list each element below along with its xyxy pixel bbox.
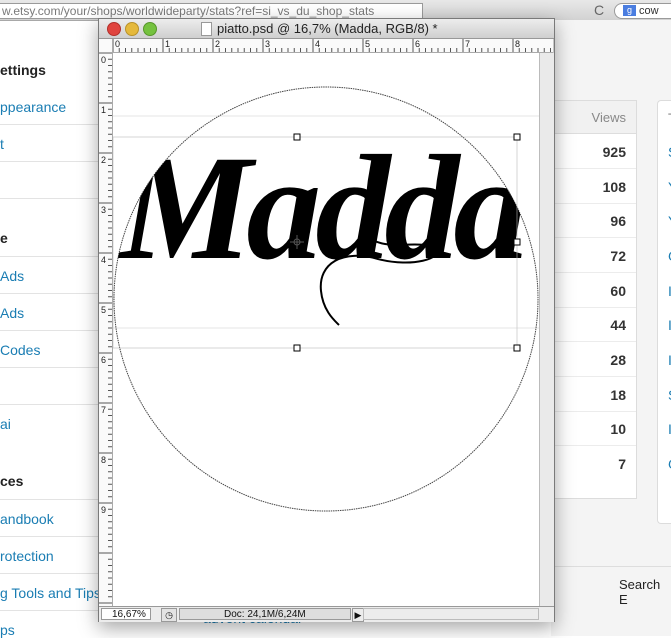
sidebar-heading-resources: ces [0,473,24,489]
transform-handle [513,133,521,141]
document-canvas[interactable]: Madda [113,53,539,606]
minimize-window-icon[interactable] [125,22,139,36]
ruler-label: 4 [101,255,107,265]
ruler-label: 6 [415,39,421,49]
sidebar-heading-e: e [0,230,8,246]
views-header: Views [551,101,636,134]
views-value: 7 [618,456,626,472]
views-value: 108 [602,179,626,195]
ruler-label: 5 [101,305,107,315]
views-value: 60 [610,283,626,299]
canvas-artwork: Madda [113,86,539,512]
views-column-title: Views [591,110,626,125]
timer-icon[interactable]: ◷ [161,608,177,622]
ruler-label: 8 [101,455,107,465]
views-value: 18 [610,387,626,403]
reload-icon[interactable]: C [594,2,604,18]
document-size-info[interactable]: Doc: 24,1M/6,24M [179,608,351,620]
views-value: 96 [610,213,626,229]
ruler-label: 3 [265,39,271,49]
sidebar-item-codes[interactable]: Codes [0,342,100,358]
document-icon [201,22,212,36]
ruler-label: 7 [465,39,471,49]
status-bar: 16,67% ◷ Doc: 24,1M/6,24M ▶ [99,606,554,622]
ruler-label: 6 [101,355,107,365]
horizontal-scrollbar[interactable] [363,608,539,620]
ruler-label: 1 [165,39,171,49]
ruler-label: 0 [115,39,121,49]
transform-handle [513,238,521,246]
sidebar-item-ai[interactable]: ai [0,416,100,432]
ruler-label: 8 [515,39,521,49]
ruler-label: 2 [215,39,221,49]
document-title: piatto.psd @ 16,7% (Madda, RGB/8) * [217,21,438,36]
ruler-label: 9 [101,505,107,515]
ruler-label: 3 [101,205,107,215]
ruler-origin[interactable] [99,39,113,53]
sidebar-item-appearance[interactable]: ppearance [0,99,100,115]
transform-handle [293,344,301,352]
zoom-window-icon[interactable] [143,22,157,36]
photoshop-document-window[interactable]: piatto.psd @ 16,7% (Madda, RGB/8) * 0 1 … [98,18,555,622]
horizontal-ruler[interactable]: 0 1 2 3 4 5 6 7 8 [113,39,553,53]
ruler-label: 5 [365,39,371,49]
divider [551,566,671,567]
second-stats-table: T S Y Y G I I I S I G [657,100,671,524]
search-button[interactable]: Search E [619,577,671,607]
views-value: 925 [602,144,626,160]
ruler-label: 4 [315,39,321,49]
sidebar-item-ads-2[interactable]: Ads [0,305,100,321]
sidebar-item-handbook[interactable]: andbook [0,511,100,527]
window-titlebar[interactable]: piatto.psd @ 16,7% (Madda, RGB/8) * [99,19,554,39]
views-table: Views 925 108 96 72 60 44 28 18 10 7 [551,100,637,499]
close-window-icon[interactable] [107,22,121,36]
transform-handle [513,344,521,352]
zoom-level-field[interactable]: 16,67% [101,608,151,620]
sidebar-item-protection[interactable]: rotection [0,548,100,564]
sidebar-item-t[interactable]: t [0,136,100,152]
views-value: 10 [610,421,626,437]
address-bar[interactable]: w.etsy.com/your/shops/worldwideparty/sta… [0,3,423,19]
transform-handle [293,133,301,141]
vertical-ruler[interactable]: 0 1 2 3 4 5 6 7 8 9 [99,53,113,606]
ruler-label: 1 [101,105,107,115]
views-value: 44 [610,317,626,333]
views-value: 72 [610,248,626,264]
google-icon: g [623,5,636,16]
ruler-label: 0 [101,55,107,65]
search-field[interactable]: g cow [614,3,671,19]
sidebar-item-ads-1[interactable]: Ads [0,268,100,284]
views-value: 28 [610,352,626,368]
madda-text: Madda [117,125,525,291]
ruler-label: 2 [101,155,107,165]
sidebar-heading-settings: ettings [0,62,46,78]
ruler-label: 7 [101,405,107,415]
sidebar-item-tools-tips[interactable]: g Tools and Tips [0,585,100,601]
search-text: cow [639,5,659,17]
vertical-scrollbar[interactable] [539,53,554,606]
